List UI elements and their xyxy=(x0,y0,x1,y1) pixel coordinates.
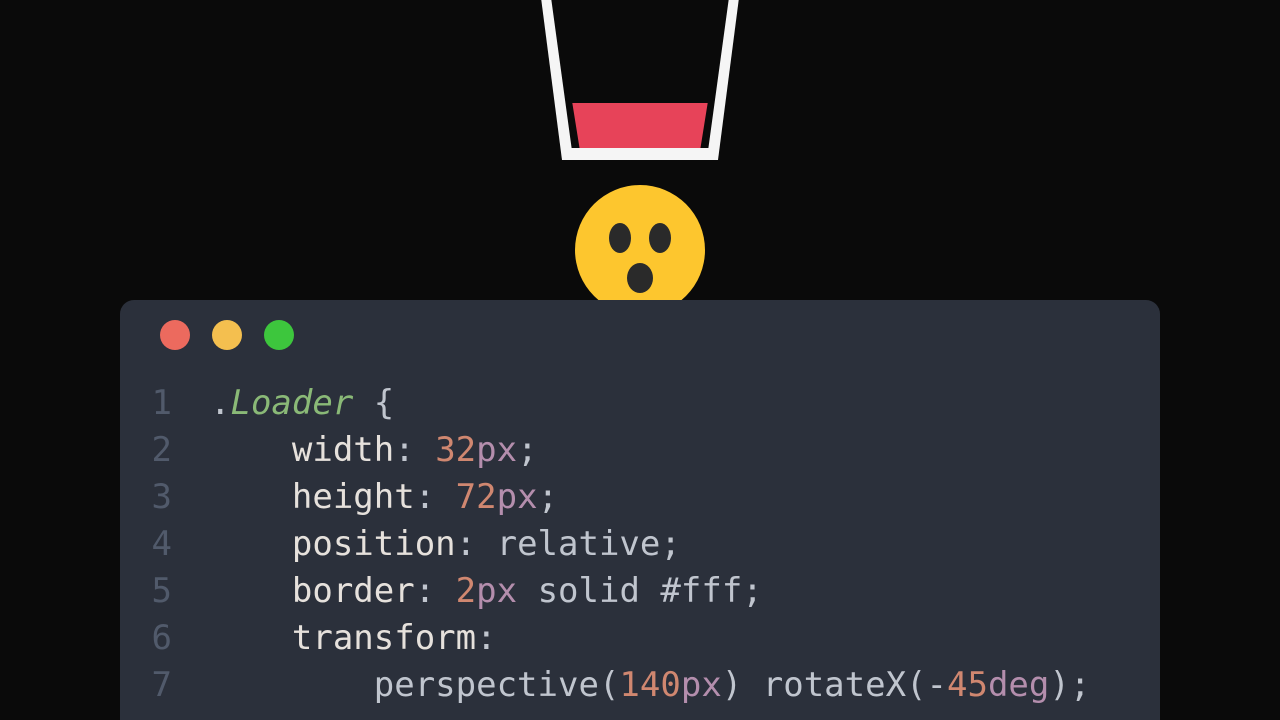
code-content: .Loader { xyxy=(210,380,394,427)
code-block[interactable]: 1.Loader {2 width: 32px;3 height: 72px;4… xyxy=(120,370,1160,709)
code-line: 6 transform: xyxy=(120,615,1160,662)
emoji-eye-right xyxy=(649,223,671,253)
code-content: transform: xyxy=(210,615,497,662)
code-content: position: relative; xyxy=(210,521,681,568)
cup-graphic xyxy=(540,0,740,160)
line-number: 1 xyxy=(120,380,210,427)
emoji-eye-left xyxy=(609,223,631,253)
code-content: height: 72px; xyxy=(210,474,558,521)
code-line: 7 perspective(140px) rotateX(-45deg); xyxy=(120,662,1160,709)
line-number: 5 xyxy=(120,568,210,615)
code-line: 2 width: 32px; xyxy=(120,427,1160,474)
maximize-icon[interactable] xyxy=(264,320,294,350)
code-editor-window: 1.Loader {2 width: 32px;3 height: 72px;4… xyxy=(120,300,1160,720)
line-number: 7 xyxy=(120,662,210,709)
line-number: 3 xyxy=(120,474,210,521)
code-line: 4 position: relative; xyxy=(120,521,1160,568)
window-titlebar xyxy=(120,300,1160,370)
cup-outline xyxy=(540,0,740,160)
emoji-mouth xyxy=(627,263,653,293)
close-icon[interactable] xyxy=(160,320,190,350)
surprised-emoji-icon xyxy=(575,185,705,315)
code-line: 3 height: 72px; xyxy=(120,474,1160,521)
cup-fill xyxy=(568,103,712,148)
code-line: 1.Loader { xyxy=(120,380,1160,427)
line-number: 6 xyxy=(120,615,210,662)
code-content: width: 32px; xyxy=(210,427,538,474)
line-number: 2 xyxy=(120,427,210,474)
code-content: perspective(140px) rotateX(-45deg); xyxy=(210,662,1090,709)
code-line: 5 border: 2px solid #fff; xyxy=(120,568,1160,615)
code-content: border: 2px solid #fff; xyxy=(210,568,763,615)
line-number: 4 xyxy=(120,521,210,568)
minimize-icon[interactable] xyxy=(212,320,242,350)
